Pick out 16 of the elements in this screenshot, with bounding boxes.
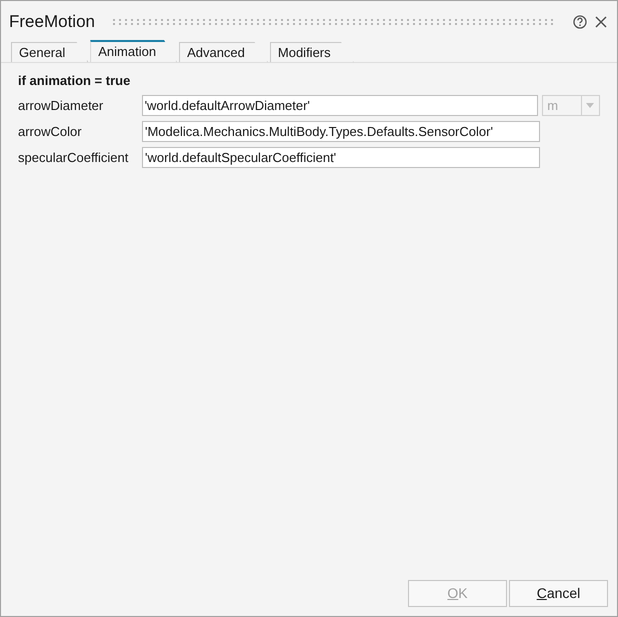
- value-field[interactable]: 'world.defaultSpecularCoefficient': [142, 147, 540, 168]
- section-heading: if animation = true: [18, 72, 132, 90]
- parameter-label: arrowColor: [18, 122, 83, 141]
- parameter-label: specularCoefficient: [18, 148, 130, 167]
- help-icon[interactable]: [573, 15, 587, 29]
- tab[interactable]: Animation: [90, 40, 178, 62]
- close-icon[interactable]: [595, 16, 607, 28]
- tab[interactable]: Modifiers: [270, 42, 354, 62]
- window-title: FreeMotion: [9, 11, 95, 34]
- tab[interactable]: Advanced: [179, 42, 268, 62]
- chevron-down-icon: [586, 103, 594, 108]
- parameter-label: arrowDiameter: [18, 96, 104, 115]
- tab[interactable]: General: [11, 42, 88, 62]
- dialog-button[interactable]: Cancel: [509, 580, 608, 607]
- value-field[interactable]: 'Modelica.Mechanics.MultiBody.Types.Defaults.SensorColor': [142, 121, 540, 142]
- value-field[interactable]: 'world.defaultArrowDiameter': [142, 95, 538, 116]
